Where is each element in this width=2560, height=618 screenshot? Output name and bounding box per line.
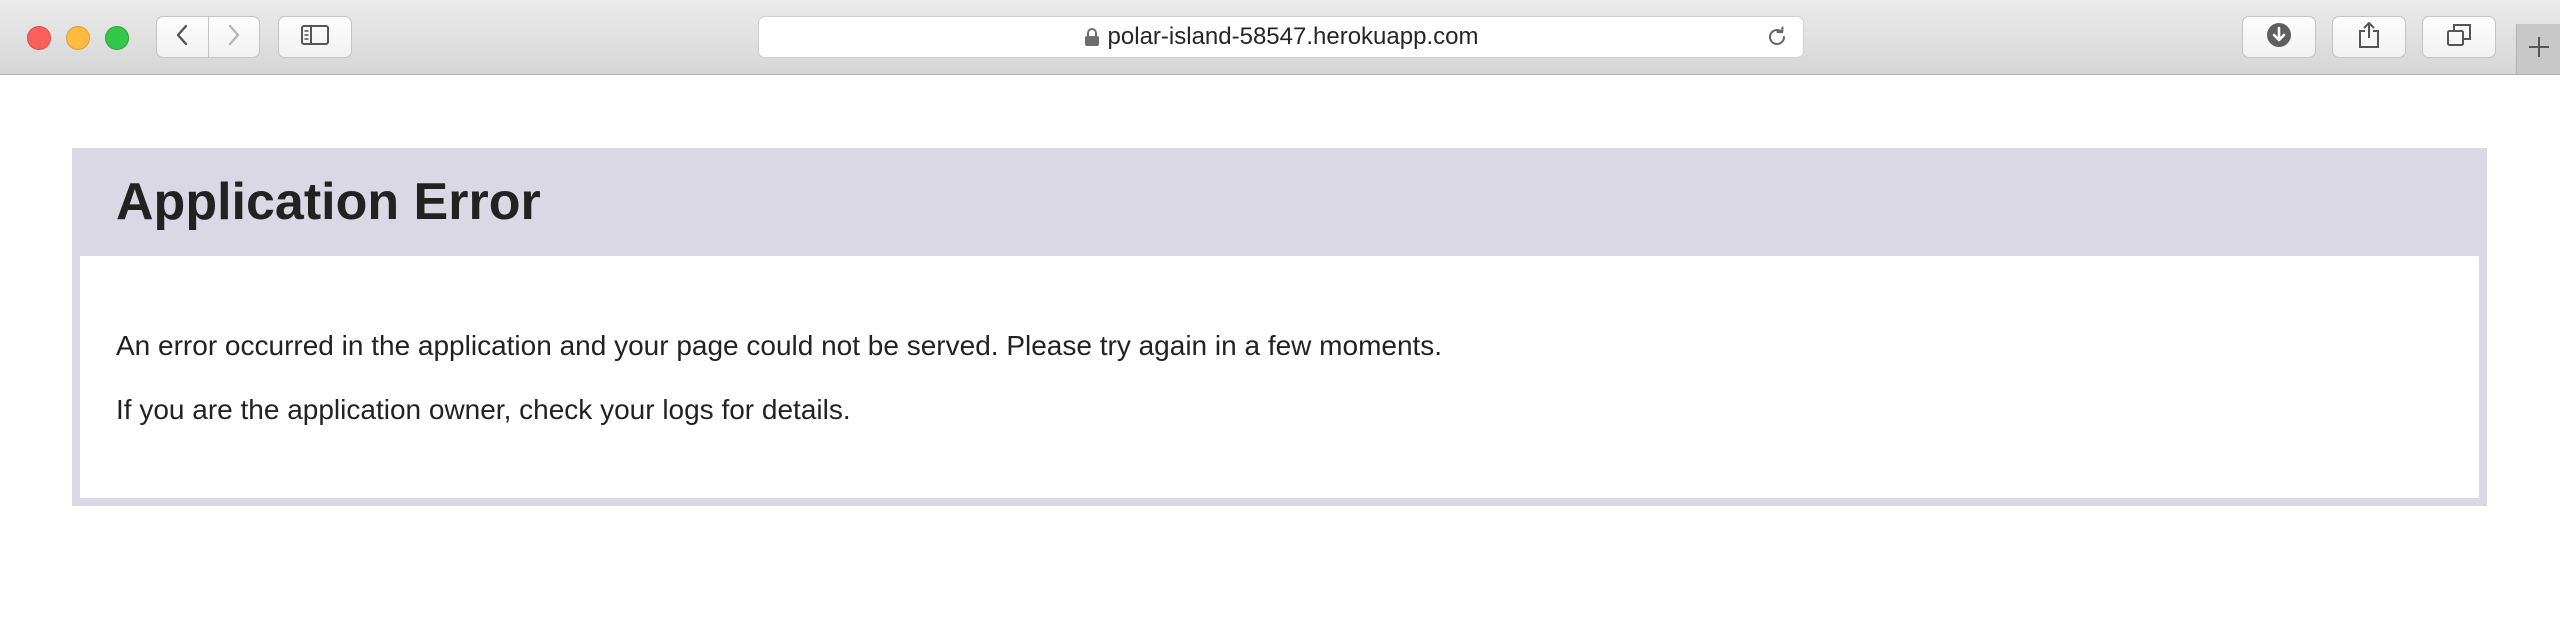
page-title: Application Error	[116, 173, 541, 231]
error-message: An error occurred in the application and…	[116, 330, 1443, 361]
zoom-window-button[interactable]	[105, 26, 129, 50]
browser-toolbar: polar-island-58547.herokuapp.com	[0, 0, 2560, 75]
owner-note: If you are the application owner, check …	[116, 394, 851, 425]
sidebar-icon	[301, 24, 329, 50]
close-window-button[interactable]	[27, 26, 51, 50]
address-bar[interactable]: polar-island-58547.herokuapp.com	[758, 16, 1804, 58]
plus-icon	[2526, 34, 2552, 65]
chevron-left-icon	[175, 23, 189, 52]
downloads-button[interactable]	[2242, 16, 2316, 58]
new-tab-button[interactable]	[2516, 24, 2560, 74]
reload-icon[interactable]	[1765, 25, 1789, 54]
navigation-buttons	[156, 16, 260, 58]
show-all-tabs-button[interactable]	[2422, 16, 2496, 58]
chevron-right-icon	[227, 23, 241, 52]
back-button[interactable]	[157, 17, 209, 57]
download-icon	[2266, 22, 2292, 53]
show-sidebar-button[interactable]	[278, 16, 352, 58]
error-panel: Application Error An error occurred in t…	[72, 148, 2487, 506]
error-body: An error occurred in the application and…	[80, 256, 2479, 498]
share-button[interactable]	[2332, 16, 2406, 58]
share-icon	[2357, 21, 2381, 54]
tabs-icon	[2446, 23, 2472, 52]
url-text: polar-island-58547.herokuapp.com	[1107, 23, 1479, 50]
minimize-window-button[interactable]	[66, 26, 90, 50]
lock-icon	[1084, 27, 1100, 47]
forward-button[interactable]	[209, 17, 260, 57]
